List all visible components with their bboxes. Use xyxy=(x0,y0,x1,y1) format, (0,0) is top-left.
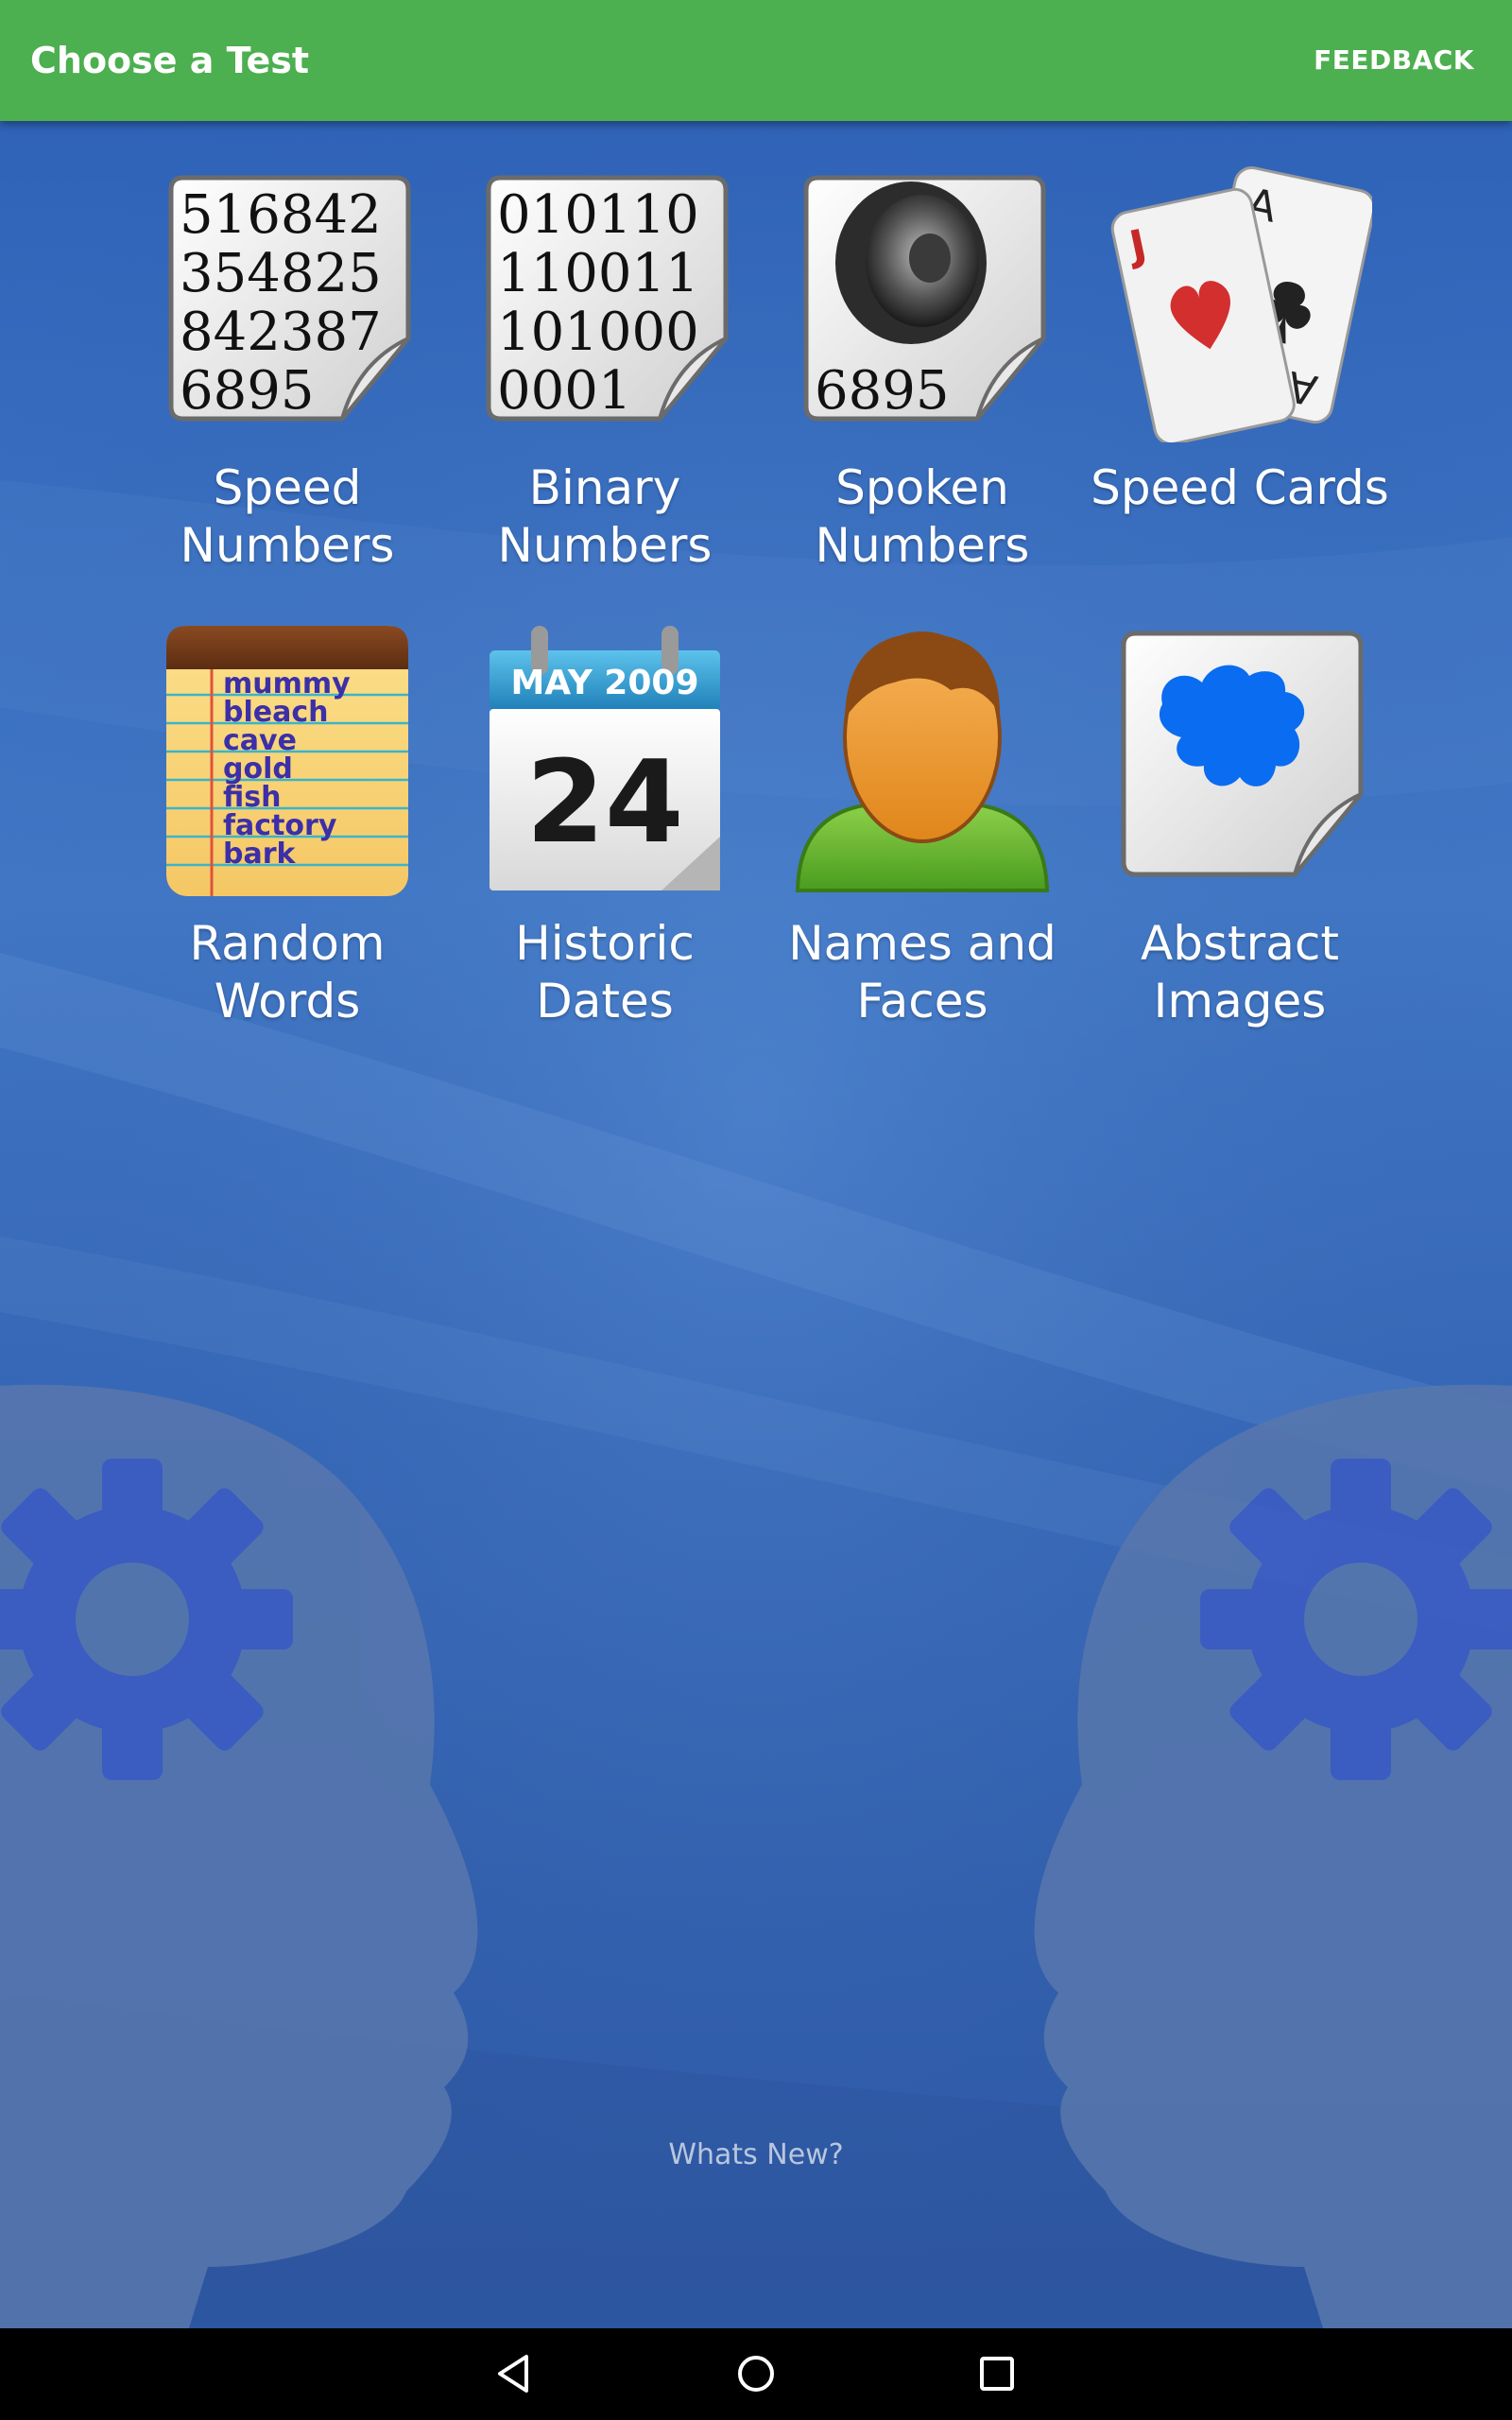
test-label-line1: Speed xyxy=(213,460,362,515)
icon-text: 6895 xyxy=(815,360,950,422)
back-icon[interactable] xyxy=(487,2345,543,2402)
test-label-line2: Words xyxy=(214,974,361,1028)
icon-text: 354825 xyxy=(180,243,382,304)
abstract-blot-document-icon xyxy=(1121,631,1364,877)
speaker-document-icon: 6895 xyxy=(803,175,1046,422)
test-label: Names and Faces xyxy=(764,915,1081,1030)
icon-text: 24 xyxy=(526,737,684,869)
notepad-words-icon: mummy bleach cave gold fish factory bark xyxy=(166,626,408,896)
test-label-line2: Images xyxy=(1153,974,1327,1028)
home-icon[interactable] xyxy=(728,2345,784,2402)
playing-cards-icon: A A J xyxy=(1110,166,1372,442)
test-label-line1: Binary xyxy=(528,460,681,515)
page-title: Choose a Test xyxy=(30,40,310,81)
test-label: Speed Numbers xyxy=(129,459,446,575)
test-label-line1: Speed Cards xyxy=(1091,460,1389,515)
test-label-line1: Historic xyxy=(515,916,695,971)
icon-text: 010110 xyxy=(497,184,699,246)
system-navigation-bar xyxy=(0,2328,1512,2420)
test-label-line2: Numbers xyxy=(815,518,1030,573)
icon-text: 101000 xyxy=(497,302,699,363)
test-label: Abstract Images xyxy=(1081,915,1399,1030)
test-label-line2: Dates xyxy=(536,974,674,1028)
test-label-line1: Names and xyxy=(788,916,1057,971)
icon-text: 842387 xyxy=(180,302,382,363)
person-icon xyxy=(795,631,1050,892)
calendar-icon: MAY 2009 24 xyxy=(490,626,720,890)
test-label: Random Words xyxy=(129,915,446,1030)
test-label-line2: Numbers xyxy=(497,518,713,573)
test-label-line2: Numbers xyxy=(180,518,395,573)
number-document-icon: 516842 354825 842387 6895 xyxy=(168,175,411,422)
icon-text: 110011 xyxy=(497,243,699,304)
test-label: Spoken Numbers xyxy=(764,459,1081,575)
test-label-line1: Spoken xyxy=(835,460,1009,515)
recents-icon[interactable] xyxy=(969,2345,1025,2402)
test-label: Historic Dates xyxy=(446,915,764,1030)
screen: Choose a Test FEEDBACK 516842 354825 842… xyxy=(0,0,1512,2420)
test-label-line2: Faces xyxy=(856,974,988,1028)
background-heads-gears-art xyxy=(0,121,1512,2328)
test-label: Speed Cards xyxy=(1081,459,1399,517)
icon-text: 0001 xyxy=(497,360,632,422)
app-bar: Choose a Test FEEDBACK xyxy=(0,0,1512,121)
whats-new-link[interactable]: Whats New? xyxy=(0,2138,1512,2171)
binary-document-icon: 010110 110011 101000 0001 xyxy=(486,175,729,422)
content-area: 516842 354825 842387 6895 Speed Numbers xyxy=(0,121,1512,2328)
test-label-line1: Random xyxy=(189,916,386,971)
feedback-button[interactable]: FEEDBACK xyxy=(1314,0,1474,121)
icon-text: bark xyxy=(223,838,297,871)
icon-text: 6895 xyxy=(180,360,315,422)
test-label-line1: Abstract xyxy=(1141,916,1339,971)
test-label: Binary Numbers xyxy=(446,459,764,575)
icon-text: 516842 xyxy=(180,184,382,246)
icon-text: MAY 2009 xyxy=(510,664,698,702)
